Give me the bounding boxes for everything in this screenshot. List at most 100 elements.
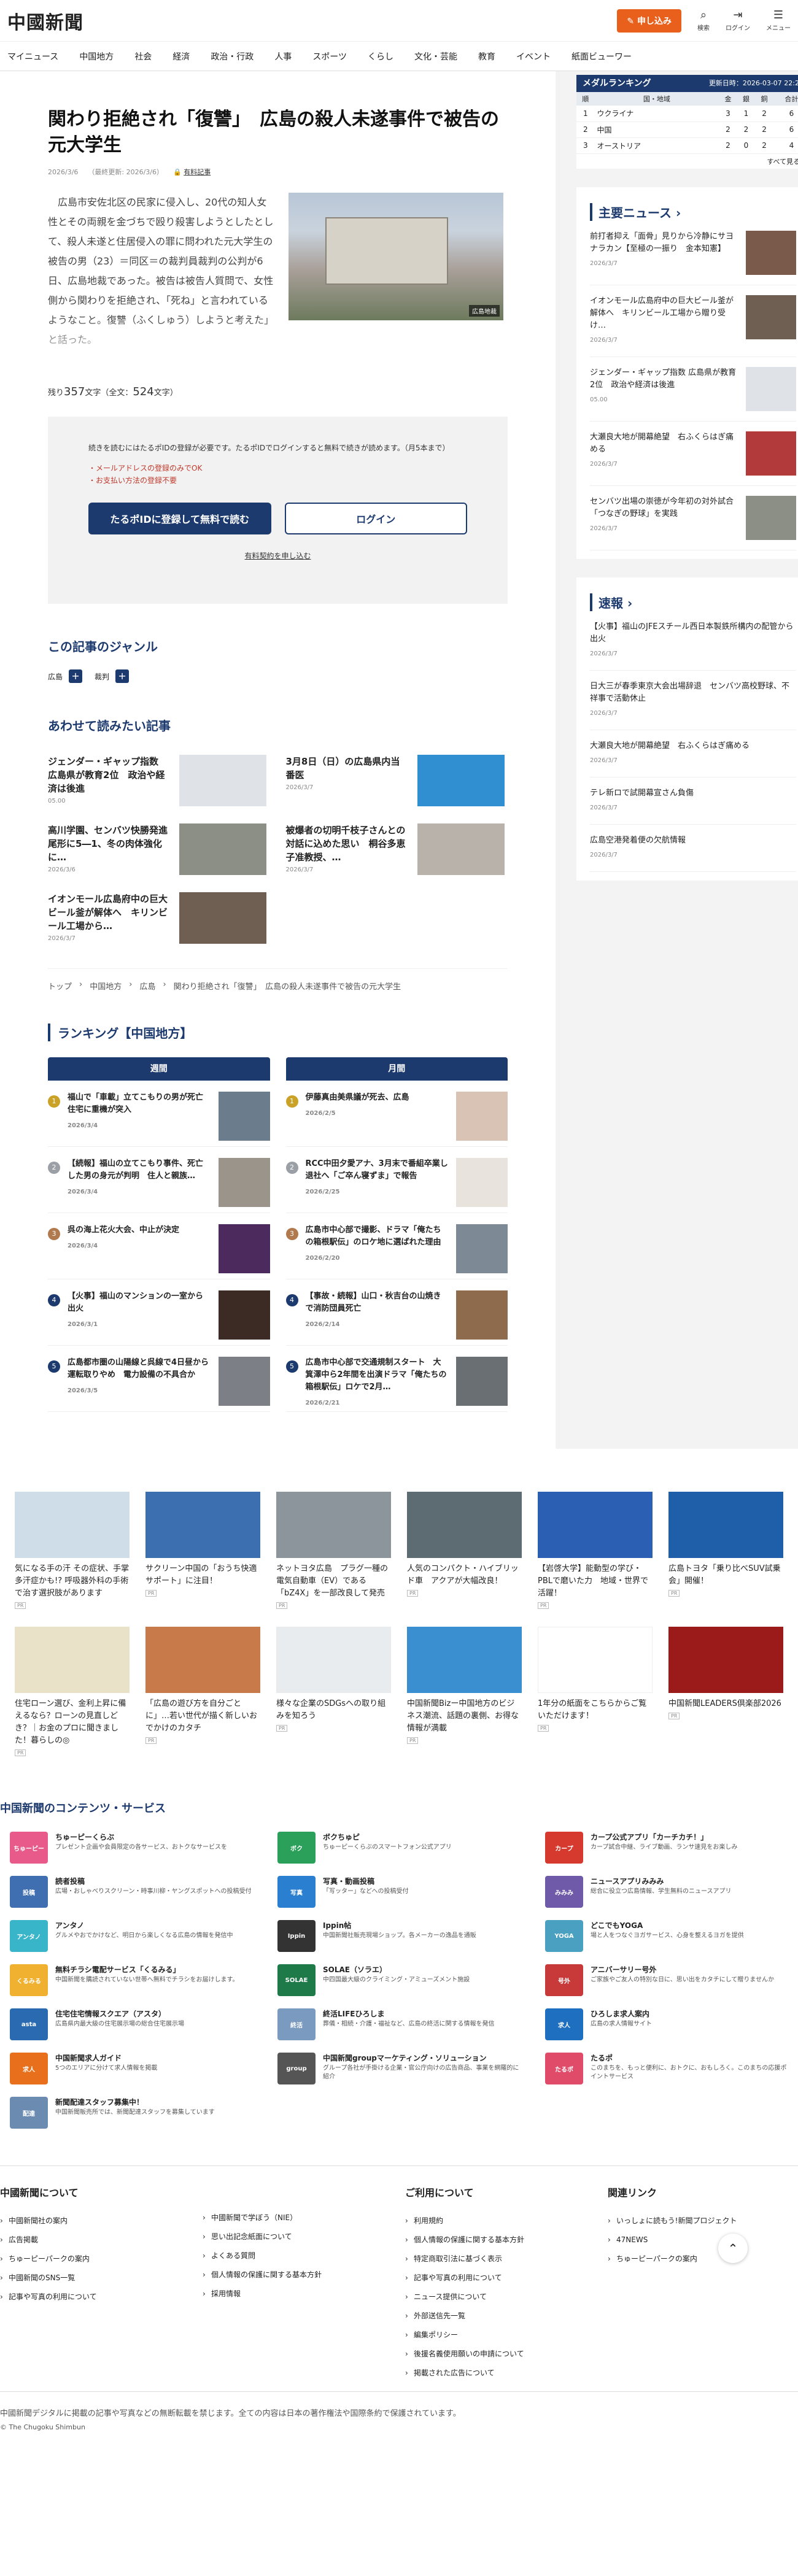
nav-item[interactable]: スポーツ — [312, 50, 347, 63]
login-button-paywall[interactable]: ログイン — [284, 503, 467, 534]
nav-item[interactable]: 中国地方 — [79, 50, 114, 63]
service-item[interactable]: 投稿 読者投稿 広場・おしゃべりスクリーン・時事川柳・ヤングスポットへの投稿受付 — [10, 1876, 253, 1908]
ad-item[interactable]: 中国新聞Bizー中国地方のビジネス潮流、話題の裏側、お得な情報が満載 PR — [407, 1627, 522, 1757]
footer-link[interactable]: 中國新聞社の案内 — [0, 2212, 203, 2231]
nav-item[interactable]: 経済 — [172, 50, 190, 63]
flash-item[interactable]: 大瀬良大地が開幕絶望 右ふくらはぎ痛める 2026/3/7 — [590, 730, 796, 777]
footer-link[interactable]: 記事や写真の利用について — [405, 2269, 608, 2288]
back-to-top-button[interactable]: ⌃ — [718, 2234, 748, 2263]
ranking-item[interactable]: 3 呉の海上花火大会、中止が決定 2026/3/4 — [48, 1213, 270, 1279]
footer-link[interactable]: 掲載された広告について — [405, 2364, 608, 2383]
ranking-item[interactable]: 4 【事故・続報】山口・秋吉台の山焼きで消防団員死亡 2026/2/14 — [285, 1279, 508, 1346]
service-item[interactable]: 号外 アニバーサリー号外 ご家族やご友人の特別な日に、思い出をカタチにして贈りません… — [545, 1964, 788, 1996]
news-item[interactable]: 大瀬良大地が開幕絶望 右ふくらはぎ痛める 2026/3/7 — [590, 422, 796, 486]
flash-item[interactable]: テレ新ロで試開幕宣さん負傷 2026/3/7 — [590, 777, 796, 825]
news-item[interactable]: センバツ出場の崇徳が今年初の対外試合「つなぎの野球」を実践 2026/3/7 — [590, 486, 796, 550]
nav-item[interactable]: マイニュース — [7, 50, 58, 63]
breadcrumb-item[interactable]: 広島 — [139, 980, 155, 992]
footer-link[interactable]: 利用規約 — [405, 2212, 608, 2231]
news-item[interactable]: 前打者抑え「面骨」見りから冷静にサヨナラカン【至極の一振り 金本知憲】 2026/… — [590, 221, 796, 285]
footer-link[interactable]: 47NEWS — [608, 2231, 792, 2250]
ad-item[interactable]: 【岩啓大学】能動型の学び・PBLで磨いた力 地域・世界で活躍！ PR — [538, 1492, 653, 1610]
service-item[interactable]: くるみる 無料チラシ電配サービス「くるみる」 中国新聞を購読されていない世帯へ無料で… — [10, 1964, 253, 1996]
service-item[interactable]: YOGA どこでもYOGA 場と人をつなぐヨガサービス、心身を整えるヨガを提供 — [545, 1920, 788, 1952]
ad-item[interactable]: 1年分の紙面をこちらからご覧いただけます！ PR — [538, 1627, 653, 1757]
nav-item[interactable]: 紙面ビューワー — [571, 50, 632, 63]
nav-item[interactable]: くらし — [368, 50, 393, 63]
footer-link[interactable]: 個人情報の保護に関する基本方針 — [405, 2231, 608, 2250]
related-item[interactable]: ジェンダー・ギャップ指数 広島県が教育2位 政治や経済は後進 05.00 — [48, 755, 270, 806]
related-item[interactable]: 3月8日（日）の広島県内当番医 2026/3/7 — [286, 755, 508, 806]
tab-monthly[interactable]: 月間 — [285, 1057, 508, 1081]
service-item[interactable]: 求人 ひろしま求人案内 広島の求人情報サイト — [545, 2008, 788, 2040]
footer-link[interactable]: 中國新聞で学ぼう（NIE） — [203, 2208, 405, 2227]
ranking-item[interactable]: 1 福山で「車載」立てこもりの男が死亡 住宅に重機が突入 2026/3/4 — [48, 1081, 270, 1147]
breadcrumb-item[interactable]: 中国地方 — [90, 980, 122, 992]
nav-item[interactable]: イベント — [516, 50, 551, 63]
follow-plus-icon[interactable]: + — [69, 669, 83, 683]
footer-link[interactable]: ニュース提供について — [405, 2288, 608, 2307]
menu-button[interactable]: ☰ メニュー — [766, 9, 791, 32]
service-item[interactable]: 配達 新聞配達スタッフ募集中！ 中国新聞販売所では、新聞配達スタッフを募集しています — [10, 2097, 253, 2129]
ranking-item[interactable]: 1 伊藤真由美県議が死去、広島 2026/2/5 — [285, 1081, 508, 1147]
footer-link[interactable]: いっしょに読もう!新聞プロジェクト — [608, 2212, 792, 2231]
ad-item[interactable]: 中国新聞LEADERS倶楽部2026 PR — [668, 1627, 783, 1757]
footer-link[interactable]: ちゅーピーパークの案内 — [608, 2250, 792, 2269]
related-item[interactable]: 被爆者の切明千枝子さんとの対話に込めた思い 桐谷多恵子准教授、… 2026/3/7 — [286, 823, 508, 875]
ranking-item[interactable]: 4 【火事】福山のマンションの一室から出火 2026/3/1 — [48, 1279, 270, 1346]
breadcrumb-item[interactable]: トップ — [48, 980, 72, 992]
footer-link[interactable]: 採用情報 — [203, 2285, 405, 2304]
service-item[interactable]: 写真 写真・動画投稿 「写ッター」などへの投稿受付 — [277, 1876, 521, 1908]
service-item[interactable]: みみみ ニュースアプリみみみ 総合に役立つ広島情報、学生無料のニュースアプリ — [545, 1876, 788, 1908]
footer-link[interactable]: 個人情報の保護に関する基本方針 — [203, 2266, 405, 2285]
ad-item[interactable]: サクリーン中国の「おうち快適サポート」に注目！ PR — [145, 1492, 260, 1610]
footer-link[interactable]: 広告掲載 — [0, 2231, 203, 2250]
footer-link[interactable]: 特定商取引法に基づく表示 — [405, 2250, 608, 2269]
related-item[interactable]: 高川学園、センバツ快勝発進 尾形に5―1、冬の肉体強化に… 2026/3/6 — [48, 823, 270, 875]
ranking-item[interactable]: 5 広島都市圏の山陽線と呉線で4日昼から運転取りやめ 電力設備の不具合か 2026/… — [48, 1346, 270, 1412]
footer-link[interactable]: 編集ポリシー — [405, 2326, 608, 2345]
flash-item[interactable]: 広島空港発着便の欠航情報 2026/3/7 — [590, 825, 796, 872]
service-item[interactable]: 求人 中国新聞求人ガイド 5つのエリアに分けて求人情報を掲載 — [10, 2053, 253, 2084]
footer-link[interactable]: 記事や写真の利用について — [0, 2288, 203, 2307]
register-button[interactable]: たるポIDに登録して無料で読む — [88, 503, 271, 534]
medal-more-link[interactable]: すべて見る › — [576, 154, 798, 169]
ad-item[interactable]: ネットヨタ広島 プラグ一種の電気自動車（EV）である「bZ4X」を一部改良して発… — [276, 1492, 391, 1610]
footer-link[interactable]: 思い出記念紙面について — [203, 2227, 405, 2246]
service-item[interactable]: ちゅーピー ちゅーピーくらぶ プレゼント企画や会員限定の各サービス、おトクなサービス… — [10, 1832, 253, 1864]
login-button[interactable]: ⇥ ログイン — [726, 9, 750, 32]
ad-item[interactable]: 気になる手の汗 その症状、手掌多汗症かも!? 呼吸器外科の手術で治す選択肢があり… — [15, 1492, 130, 1610]
service-item[interactable]: たるポ たるポ このまちを、もっと便利に、おトクに、おもしろく。このまちの応援ポイン… — [545, 2053, 788, 2084]
news-item[interactable]: イオンモール広島府中の巨大ビール釜が解体へ キリンビール工場から贈り受け… 202… — [590, 285, 796, 357]
footer-link[interactable]: 中國新聞のSNS一覧 — [0, 2269, 203, 2288]
related-item[interactable]: イオンモール広島府中の巨大ビール釜が解体へ キリンビール工場から… 2026/3/… — [48, 892, 270, 944]
nav-item[interactable]: 社会 — [134, 50, 152, 63]
paid-contract-link[interactable]: 有料契約を申し込む — [88, 550, 467, 561]
ranking-item[interactable]: 3 広島市中心部で撮影、ドラマ「俺たちの箱根駅伝」のロケ地に選ばれた理由 2026/… — [285, 1213, 508, 1279]
nav-item[interactable]: 政治・行政 — [211, 50, 254, 63]
nav-item[interactable]: 教育 — [478, 50, 495, 63]
service-item[interactable]: asta 住宅住宅情報スクエア（アスタ） 広島県内最大級の住宅展示場の総合住宅展示場 — [10, 2008, 253, 2040]
service-item[interactable]: SOLAE SOLAE（ソラエ） 中四国最大級のクライミング・アミューズメント施設 — [277, 1964, 521, 1996]
ranking-item[interactable]: 5 広島市中心部で交通規制スタート 大箕澤中ら2年間を出演ドラマ「俺たちの箱根駅伝… — [285, 1346, 508, 1412]
footer-link[interactable]: よくある質問 — [203, 2246, 405, 2266]
ad-item[interactable]: 広島トヨタ「乗り比べSUV試乗会」開催！ PR — [668, 1492, 783, 1610]
genre-tag[interactable]: 裁判 — [95, 671, 109, 682]
flash-item[interactable]: 【火事】福山のJFEスチール西日本製鉄所構内の配管から出火 2026/3/7 — [590, 611, 796, 671]
tab-weekly[interactable]: 週間 — [48, 1057, 270, 1081]
service-item[interactable]: ボク ボクちゅピ ちゅーピーくらぶのスマートフォン公式アプリ — [277, 1832, 521, 1864]
service-item[interactable]: 終活 終活LIFEひろしま 葬儀・相続・介護・福祉など、広島の終活に関する情報を発信 — [277, 2008, 521, 2040]
flash-item[interactable]: 日大三が春季東京大会出場辞退 センバツ高校野球、不祥事で活動休止 2026/3/7 — [590, 671, 796, 730]
search-button[interactable]: ⌕ 検索 — [697, 9, 710, 32]
ad-item[interactable]: 人気のコンパクト・ハイブリッド車 アクアが大幅改良！ PR — [407, 1492, 522, 1610]
ad-item[interactable]: 様々な企業のSDGsへの取り組みを知ろう PR — [276, 1627, 391, 1757]
service-item[interactable]: group 中国新聞groupマーケティング・ソリューション グループ各社が手掛ける… — [277, 2053, 521, 2084]
article-photo[interactable]: 広島地裁 — [289, 193, 503, 320]
service-item[interactable]: アンタノ アンタノ グルメやおでかけなど、明日から楽しくなる広島の情報を発信中 — [10, 1920, 253, 1952]
footer-link[interactable]: 後援名義使用願いの申請について — [405, 2345, 608, 2364]
subscribe-button[interactable]: ✎ 申し込み — [617, 9, 681, 33]
ranking-item[interactable]: 2 RCC中田夕愛アナ、3月末で番組卒業し退社へ「ご卒ん寝ずま」で報告 2026/2… — [285, 1147, 508, 1213]
news-item[interactable]: ジェンダー・ギャップ指数 広島県が教育2位 政治や経済は後進 05.00 — [590, 357, 796, 422]
genre-tag[interactable]: 広島 — [48, 671, 63, 682]
nav-item[interactable]: 文化・芸能 — [414, 50, 457, 63]
